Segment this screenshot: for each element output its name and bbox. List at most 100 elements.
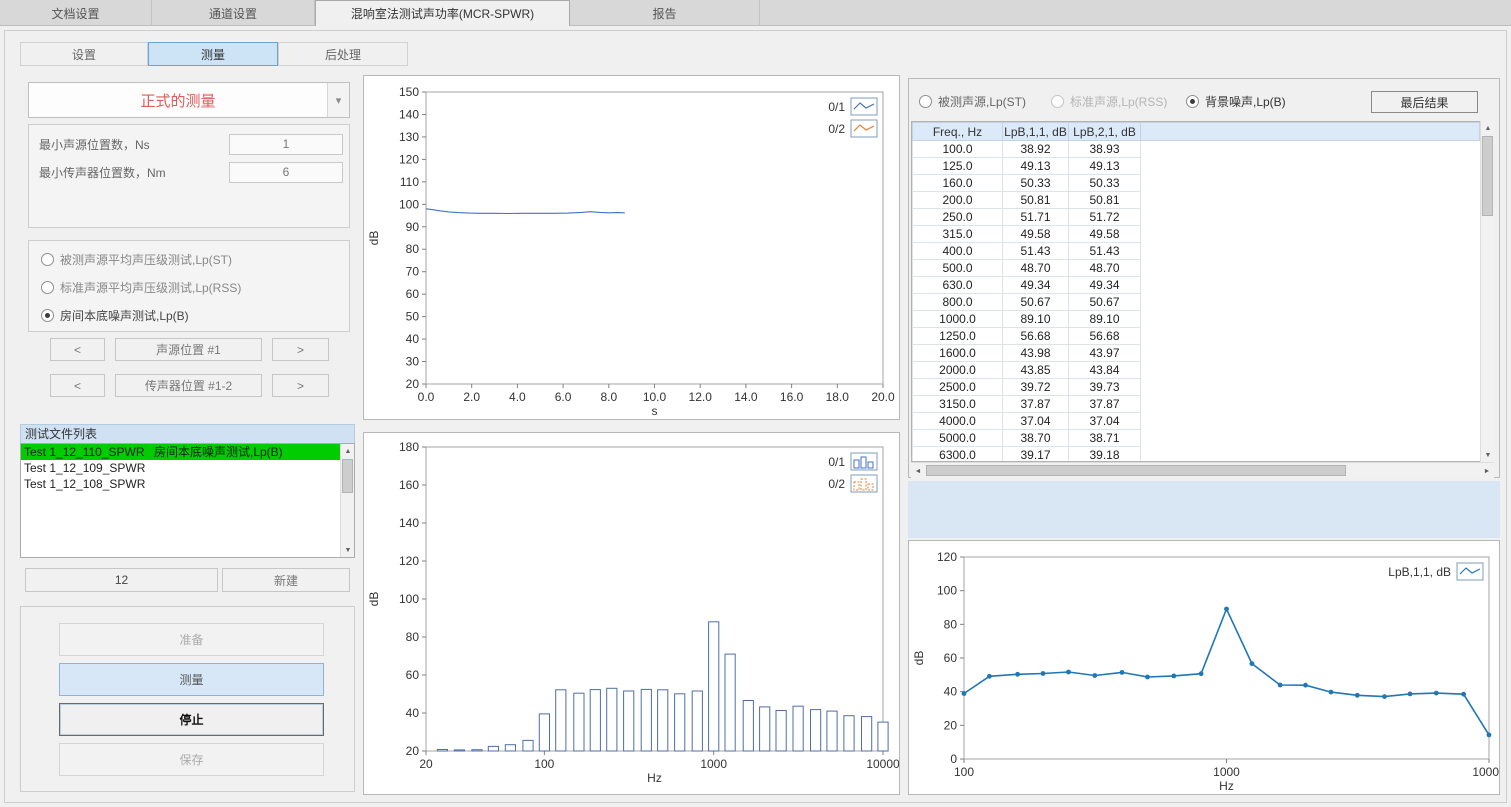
mic-prev-button[interactable]: < [50,374,105,397]
radio-lp-b[interactable]: 房间本底噪声测试,Lp(B) [41,307,189,323]
test-file-listbox: Test 1_12_110_SPWR房间本底噪声测试,Lp(B)Test 1_1… [20,443,355,558]
file-desc: 房间本底噪声测试,Lp(B) [154,445,283,459]
table-cell: 37.04 [1069,413,1141,430]
tab-channel-settings[interactable]: 通道设置 [152,0,315,26]
svg-text:10000: 10000 [866,757,899,771]
table-row[interactable]: 1250.056.6856.68 [913,328,1480,345]
file-name: Test 1_12_108_SPWR [24,476,154,492]
min-source-positions-input[interactable]: 1 [229,134,343,155]
table-row[interactable]: 2500.039.7239.73 [913,379,1480,396]
spacer-panel [908,481,1500,538]
radio-lp-st[interactable]: 被测声源平均声压级测试,Lp(ST) [41,251,232,267]
radio-lp-rss[interactable]: 标准声源平均声压级测试,Lp(RSS) [41,279,241,295]
table-row[interactable]: 2000.043.8543.84 [913,362,1480,379]
table-row[interactable]: 800.050.6750.67 [913,294,1480,311]
table-row[interactable]: 4000.037.0437.04 [913,413,1480,430]
table-row[interactable]: 400.051.4351.43 [913,243,1480,260]
table-cell: 38.93 [1069,141,1141,158]
freq-table[interactable]: Freq., Hz LpB,1,1, dB LpB,2,1, dB 100.03… [912,122,1480,462]
table-row[interactable]: 250.051.7151.72 [913,209,1480,226]
result-spectrum-svg: 020406080100120100100010000HzdBLpB,1,1, … [909,541,1499,794]
table-row[interactable]: 100.038.9238.93 [913,141,1480,158]
scroll-right-icon[interactable]: ► [1480,464,1494,478]
table-cell: 43.84 [1069,362,1141,379]
table-row[interactable]: 1600.043.9843.97 [913,345,1480,362]
table-row[interactable]: 200.050.8150.81 [913,192,1480,209]
radio-circle [919,95,932,108]
table-row[interactable]: 160.050.3350.33 [913,175,1480,192]
table-row[interactable]: 5000.038.7038.71 [913,430,1480,447]
prepare-button[interactable]: 准备 [59,623,324,656]
table-cell-filler [1141,328,1480,345]
scroll-down-icon[interactable]: ▼ [341,543,355,557]
list-item[interactable]: Test 1_12_110_SPWR房间本底噪声测试,Lp(B) [21,444,340,460]
svg-text:60: 60 [406,668,420,682]
subtab-measure[interactable]: 测量 [148,42,278,66]
table-row[interactable]: 6300.039.1739.18 [913,447,1480,463]
table-cell-filler [1141,379,1480,396]
stop-button[interactable]: 停止 [59,703,324,736]
source-next-button[interactable]: > [272,338,329,361]
scrollbar-thumb[interactable] [342,459,353,493]
tab-report[interactable]: 报告 [570,0,760,26]
file-list-scrollbar[interactable]: ▲ ▼ [340,444,354,557]
table-row[interactable]: 630.049.3449.34 [913,277,1480,294]
mic-position-button[interactable]: 传声器位置 #1-2 [115,374,262,397]
svg-text:14.0: 14.0 [734,390,758,404]
scroll-up-icon[interactable]: ▲ [1481,121,1495,135]
radio-result-lp-st[interactable]: 被测声源,Lp(ST) [919,93,1026,109]
radio-circle [1186,95,1199,108]
svg-text:40: 40 [406,332,420,346]
table-row[interactable]: 500.048.7048.70 [913,260,1480,277]
save-button[interactable]: 保存 [59,743,324,776]
table-vscrollbar[interactable]: ▲ ▼ [1480,121,1494,462]
mic-next-button[interactable]: > [272,374,329,397]
svg-text:100: 100 [937,584,957,598]
subtab-postprocess[interactable]: 后处理 [278,42,408,66]
table-cell: 630.0 [913,277,1003,294]
source-position-button[interactable]: 声源位置 #1 [115,338,262,361]
table-cell: 2500.0 [913,379,1003,396]
final-result-button[interactable]: 最后结果 [1371,91,1478,113]
list-item[interactable]: Test 1_12_108_SPWR [21,476,340,492]
table-cell-filler [1141,158,1480,175]
scroll-down-icon[interactable]: ▼ [1481,448,1495,462]
min-mic-positions-input[interactable]: 6 [229,162,343,183]
tab-document-settings[interactable]: 文档设置 [0,0,152,26]
table-cell-filler [1141,260,1480,277]
test-file-list-title: 测试文件列表 [20,424,355,443]
list-item[interactable]: Test 1_12_109_SPWR [21,460,340,476]
measurement-mode-dropdown[interactable]: 正式的测量 ▾ [28,82,350,118]
col-lpb21: LpB,2,1, dB [1069,123,1141,141]
chevron-down-icon[interactable]: ▾ [327,83,349,117]
table-cell: 50.81 [1069,192,1141,209]
scrollbar-thumb[interactable] [926,465,1346,476]
table-cell: 4000.0 [913,413,1003,430]
table-hscrollbar[interactable]: ◄ ► [911,462,1494,478]
table-cell: 43.85 [1003,362,1069,379]
radio-result-lp-rss[interactable]: 标准声源,Lp(RSS) [1051,93,1167,109]
table-cell-filler [1141,226,1480,243]
table-row[interactable]: 125.049.1349.13 [913,158,1480,175]
new-file-button[interactable]: 新建 [222,568,350,592]
table-cell: 800.0 [913,294,1003,311]
table-cell-filler [1141,311,1480,328]
radio-result-lp-b[interactable]: 背景噪声,Lp(B) [1186,93,1286,109]
source-prev-button[interactable]: < [50,338,105,361]
scroll-up-icon[interactable]: ▲ [341,444,355,458]
svg-text:0/1: 0/1 [828,100,845,114]
radio-label: 房间本底噪声测试,Lp(B) [60,307,189,324]
subtab-settings[interactable]: 设置 [20,42,148,66]
file-count-box[interactable]: 12 [25,568,218,592]
measure-button[interactable]: 测量 [59,663,324,696]
col-freq: Freq., Hz [913,123,1003,141]
svg-text:Hz: Hz [647,771,662,785]
table-row[interactable]: 1000.089.1089.10 [913,311,1480,328]
table-row[interactable]: 3150.037.8737.87 [913,396,1480,413]
table-row[interactable]: 315.049.5849.58 [913,226,1480,243]
scroll-left-icon[interactable]: ◄ [911,464,925,478]
table-cell-filler [1141,192,1480,209]
scrollbar-thumb[interactable] [1482,136,1493,216]
tab-mcr-spwr[interactable]: 混响室法测试声功率(MCR-SPWR) [315,0,570,26]
svg-text:10000: 10000 [1472,765,1499,779]
